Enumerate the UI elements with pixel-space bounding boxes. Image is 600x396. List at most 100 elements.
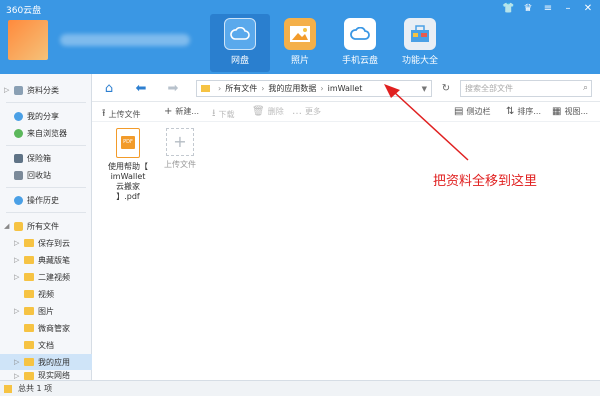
sidebar-item-from-browser[interactable]: 来自浏览器 — [0, 125, 92, 141]
expand-caret-icon[interactable]: ▷ — [14, 358, 19, 366]
sidebar-folder[interactable]: ▷ 现实网络 — [0, 371, 92, 380]
main-nav: 网盘 照片 手机云盘 功能大全 — [210, 14, 450, 72]
trophy-icon[interactable]: ♛ — [522, 3, 534, 14]
address-row: ⌂ ⬅ ➡ › 所有文件 › 我的应用数据 › imWallet ▼ ↻ 搜索全… — [92, 74, 600, 102]
sidebar-folder[interactable]: ▷ 二建视频 — [0, 269, 92, 285]
tab-photos[interactable]: 照片 — [270, 14, 330, 72]
upload-label: 上传文件 — [164, 160, 196, 169]
toolbox-icon — [404, 18, 436, 50]
sidebar-icon: ▤ — [454, 106, 464, 117]
breadcrumb-item[interactable]: 我的应用数据 — [268, 83, 316, 94]
expand-caret-icon[interactable]: ▷ — [14, 273, 19, 281]
safe-icon — [14, 153, 23, 163]
divider — [6, 145, 86, 146]
sidebar-toggle-button[interactable]: ▤ 侧边栏 — [454, 106, 490, 117]
grid-view-icon: ▦ — [552, 106, 562, 117]
folder-icon — [24, 324, 34, 332]
expand-caret-icon[interactable]: ▷ — [14, 307, 19, 315]
sidebar-folder[interactable]: 视频 — [0, 286, 92, 302]
cloud-drive-icon — [224, 18, 256, 50]
title-bar: 360云盘 👕 ♛ ≡ – ✕ 网盘 照片 手机云盘 功能大全 — [0, 0, 600, 74]
chevron-down-icon[interactable]: ▼ — [422, 85, 427, 93]
photo-icon — [284, 18, 316, 50]
folder-icon — [24, 290, 34, 298]
tab-phone-cloud[interactable]: 手机云盘 — [330, 14, 390, 72]
breadcrumb[interactable]: › 所有文件 › 我的应用数据 › imWallet ▼ — [196, 80, 432, 97]
home-icon[interactable]: ⌂ — [100, 80, 118, 96]
pdf-file-icon: PDF — [116, 128, 140, 158]
trash-icon: 🗑 — [252, 106, 265, 117]
tab-label: 网盘 — [230, 56, 249, 66]
download-icon: ⭳ — [212, 108, 216, 119]
sort-button[interactable]: ⇅ 排序... — [506, 106, 541, 117]
refresh-icon[interactable]: ↻ — [438, 80, 454, 97]
tab-label: 手机云盘 — [341, 56, 378, 66]
back-arrow-icon[interactable]: ⬅ — [132, 80, 150, 96]
sidebar-folder[interactable]: ▷ 图片 — [0, 303, 92, 319]
sidebar-item-safe[interactable]: 保险箱 — [0, 150, 92, 166]
sidebar-item-my-share[interactable]: 我的分享 — [0, 108, 92, 124]
all-files-icon — [14, 221, 23, 231]
view-button[interactable]: ▦ 视图... — [552, 106, 588, 117]
sidebar-item-recycle-bin[interactable]: 回收站 — [0, 167, 92, 183]
shirt-icon[interactable]: 👕 — [502, 3, 514, 14]
breadcrumb-separator: › — [261, 84, 265, 93]
expand-caret-icon[interactable]: ▷ — [14, 372, 19, 380]
file-name: 使用帮助【 imWallet 云搬家 】.pdf — [108, 162, 148, 201]
add-icon: + — [166, 128, 194, 156]
divider — [6, 212, 86, 213]
menu-icon[interactable]: ≡ — [542, 3, 554, 14]
divider — [6, 102, 86, 103]
more-icon: … — [292, 106, 302, 117]
sidebar-folder[interactable]: 微商管家 — [0, 320, 92, 336]
sidebar-item-category[interactable]: 资料分类 — [0, 82, 92, 98]
tab-cloud-drive[interactable]: 网盘 — [210, 14, 270, 72]
tab-toolbox[interactable]: 功能大全 — [390, 14, 450, 72]
upload-tile[interactable]: + 上传文件 — [153, 128, 207, 170]
sidebar-item-history[interactable]: 操作历史 — [0, 192, 92, 208]
file-item[interactable]: PDF 使用帮助【 imWallet 云搬家 】.pdf — [101, 128, 155, 202]
more-button[interactable]: … 更多 — [292, 106, 321, 117]
window-controls: 👕 ♛ ≡ – ✕ — [502, 3, 594, 14]
breadcrumb-item[interactable]: imWallet — [328, 84, 363, 93]
sidebar-folder-selected[interactable]: ▷ 我的应用 — [0, 354, 92, 370]
history-icon — [14, 195, 23, 205]
avatar[interactable] — [8, 20, 48, 60]
new-button[interactable]: + 新建... — [164, 106, 199, 117]
search-icon[interactable]: ⌕ — [583, 83, 588, 93]
folder-icon — [24, 341, 34, 349]
sidebar-item-all-files[interactable]: 所有文件 — [0, 218, 92, 234]
folder-icon — [24, 239, 34, 247]
close-icon[interactable]: ✕ — [582, 3, 594, 14]
tab-label: 功能大全 — [401, 56, 438, 66]
share-icon — [14, 111, 23, 121]
breadcrumb-separator: › — [320, 84, 324, 93]
toolbar: ⭱ 上传文件 + 新建... ⭳ 下载 🗑 删除 … 更多 ▤ 侧边栏 ⇅ 排序... ▦ 视图… — [92, 102, 600, 122]
forward-arrow-icon[interactable]: ➡ — [164, 80, 182, 96]
plus-icon: + — [164, 106, 173, 117]
upload-button[interactable]: ⭱ 上传文件 — [102, 106, 141, 123]
delete-button[interactable]: 🗑 删除 — [252, 106, 284, 117]
expand-caret-icon[interactable]: ▷ — [14, 239, 19, 247]
status-text: 总共 1 项 — [18, 384, 53, 393]
phone-cloud-icon — [344, 18, 376, 50]
sidebar-folder[interactable]: ▷ 保存到云 — [0, 235, 92, 251]
sidebar: ▷ 资料分类 我的分享 来自浏览器 保险箱 回收站 操作历史 ◢ 所有文件 ▷ 保… — [0, 74, 92, 380]
folder-icon — [24, 371, 34, 380]
tab-label: 照片 — [290, 56, 309, 66]
minimize-icon[interactable]: – — [562, 3, 574, 14]
sidebar-folder[interactable]: 文档 — [0, 337, 92, 353]
divider — [6, 187, 86, 188]
folder-icon — [4, 385, 12, 393]
expand-caret-icon[interactable]: ▷ — [14, 256, 19, 264]
folder-icon — [201, 85, 210, 92]
breadcrumb-item[interactable]: 所有文件 — [225, 83, 257, 94]
download-button[interactable]: ⭳ 下载 — [212, 106, 235, 123]
sidebar-folder[interactable]: ▷ 典藏版笔 — [0, 252, 92, 268]
status-bar: 总共 1 项 — [0, 380, 600, 396]
category-icon — [14, 85, 23, 95]
sort-icon: ⇅ — [506, 106, 515, 117]
folder-icon — [24, 256, 34, 264]
search-input[interactable]: 搜索全部文件 ⌕ — [460, 80, 592, 97]
app-title: 360云盘 — [6, 6, 42, 16]
